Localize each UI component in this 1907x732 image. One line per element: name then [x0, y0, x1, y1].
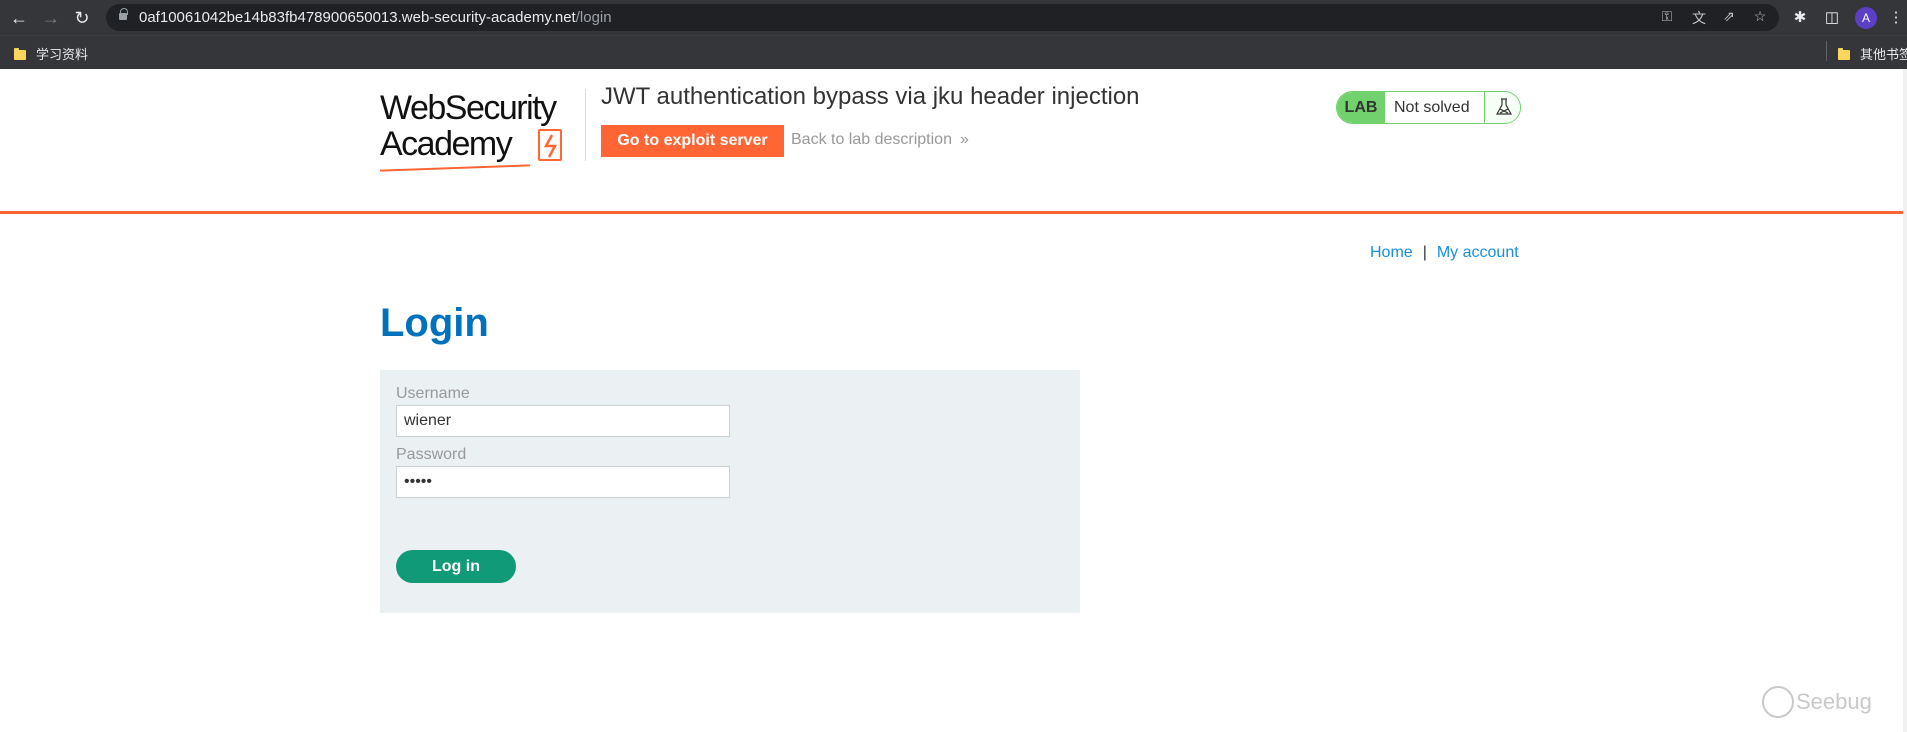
logo-line1: WebSecurity [380, 89, 557, 127]
header-rule [0, 211, 1903, 214]
account-nav: Home | My account [1370, 244, 1519, 262]
home-link[interactable]: Home [1370, 244, 1413, 261]
double-chevron-right-icon: » [959, 131, 969, 148]
lab-status-widget: LAB Not solved [1336, 91, 1521, 124]
browser-toolbar: ← → ↻ 0af10061042be14b83fb478900650013.w… [0, 0, 1907, 35]
lightning-bolt-icon [538, 129, 562, 161]
status-text: Not solved [1394, 99, 1470, 116]
folder-icon [14, 48, 26, 60]
other-bookmarks-folder[interactable]: 其他书签 [1838, 44, 1907, 63]
seebug-logo-icon [1762, 686, 1794, 718]
star-icon[interactable]: ☆ [1751, 8, 1769, 25]
academy-logo[interactable]: WebSecurity Academy [380, 87, 580, 172]
key-icon[interactable]: ⚿ [1658, 8, 1676, 25]
password-label: Password [396, 446, 467, 463]
address-bar[interactable]: 0af10061042be14b83fb478900650013.web-sec… [106, 4, 1779, 31]
username-label: Username [396, 385, 470, 402]
translate-icon[interactable]: 文 [1690, 8, 1708, 28]
back-to-description-link[interactable]: Back to lab description » [791, 131, 969, 149]
logo-underline [380, 164, 530, 172]
bookmark-label: 其他书签 [1860, 47, 1907, 62]
nav-separator: | [1422, 244, 1427, 261]
page-content: WebSecurity Academy JWT authentication b… [0, 69, 1907, 732]
seebug-watermark: Seebug [1762, 686, 1872, 718]
url-path: /login [575, 9, 612, 26]
side-panel-icon[interactable]: ◫ [1822, 8, 1842, 26]
page-title: Login [380, 301, 489, 345]
password-field[interactable] [396, 466, 730, 498]
forward-arrow-icon[interactable]: → [40, 7, 62, 29]
flask-icon [1484, 92, 1520, 123]
url-host: 0af10061042be14b83fb478900650013.web-sec… [139, 9, 576, 26]
url-text[interactable]: 0af10061042be14b83fb478900650013.web-sec… [139, 9, 612, 26]
bookmark-label: 学习资料 [36, 47, 89, 62]
username-field[interactable] [396, 405, 730, 437]
scrollbar[interactable] [1903, 69, 1907, 732]
header-divider [585, 89, 586, 161]
login-form: Username Password Log in [380, 370, 1080, 613]
share-icon[interactable]: ⇗ [1720, 8, 1738, 25]
bookmark-folder[interactable]: 学习资料 [14, 44, 88, 63]
extensions-icon[interactable]: ✱ [1790, 8, 1810, 26]
reload-icon[interactable]: ↻ [71, 7, 93, 29]
my-account-link[interactable]: My account [1437, 244, 1519, 261]
logo-line2: Academy [380, 125, 513, 163]
bookmarks-bar: 学习资料 其他书签 [0, 35, 1907, 69]
back-link-label: Back to lab description [791, 131, 952, 148]
back-arrow-icon[interactable]: ← [8, 7, 30, 29]
lab-badge: LAB [1337, 92, 1385, 123]
exploit-server-button[interactable]: Go to exploit server [601, 125, 784, 157]
lock-icon [119, 8, 128, 22]
folder-icon [1838, 48, 1850, 60]
menu-kebab-icon[interactable]: ⋮ [1886, 8, 1906, 26]
bookmarks-divider [1826, 41, 1827, 61]
profile-avatar[interactable]: A [1855, 7, 1877, 29]
lab-title: JWT authentication bypass via jku header… [601, 83, 1140, 110]
login-button[interactable]: Log in [396, 550, 516, 583]
watermark-text: Seebug [1796, 689, 1872, 714]
